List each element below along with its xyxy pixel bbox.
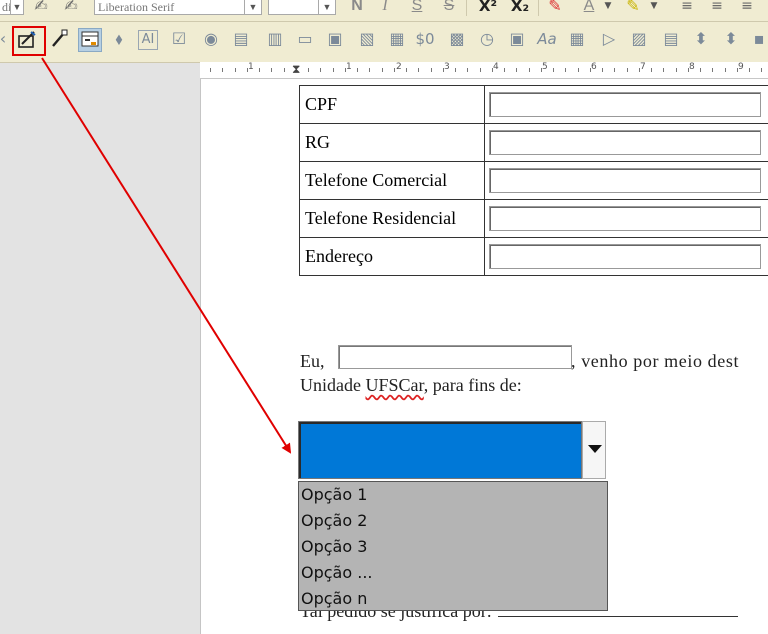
annotation-arrow	[41, 57, 292, 454]
